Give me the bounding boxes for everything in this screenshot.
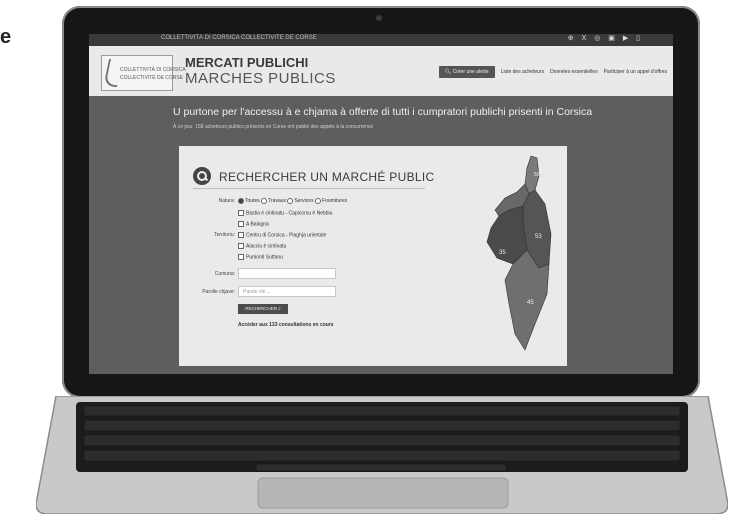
commune-label: Cumuna:: [214, 271, 235, 277]
keywords-input[interactable]: Parole clé ...: [238, 286, 336, 297]
site-title-french: MARCHES PUBLICS: [185, 70, 336, 87]
collectivite-logo[interactable]: COLLETTIVITÀ DI CORSICA COLLECTIVITÉ DE …: [101, 55, 186, 91]
search-button-icon: ⌕: [278, 306, 281, 311]
map-badge-north: 59: [534, 172, 540, 178]
corsica-map: 59 53 35 45: [486, 155, 552, 351]
laptop-screen: COLLETTIVITÀ DI CORSICA COLLECTIVITÉ DE …: [89, 34, 673, 374]
social-icons[interactable]: ⊕ X ◎ ▣ ▶ ▯: [568, 34, 643, 42]
checkbox-icon: [238, 221, 244, 227]
territory-option-label: Pumonti Suttanu: [246, 254, 283, 261]
territory-option-label: A Balagna: [246, 221, 269, 228]
checkbox-icon: [238, 254, 244, 260]
nav-item-tender[interactable]: Participer à un appel d'offres: [604, 69, 667, 75]
search-card: RECHERCHER UN MARCHÉ PUBLIC Natura: Tout…: [179, 146, 567, 366]
radio-icon: [261, 198, 268, 204]
nav-item-buyers[interactable]: Liste des acheteurs: [501, 69, 544, 75]
territory-label: Territoriu:: [214, 232, 235, 238]
territory-option-label: Bastia è cintinatu - Capicorsu è Nebbiu: [246, 210, 333, 217]
keyboard-keys[interactable]: [83, 405, 681, 472]
top-strip: COLLETTIVITÀ DI CORSICA COLLECTIVITÉ DE …: [89, 34, 673, 46]
territory-option-label: Aiacciu è cintinatu: [246, 243, 287, 250]
hero-subtext: À ce jour, 158 acheteurs publics présent…: [173, 124, 374, 130]
logo-line2: COLLECTIVITÉ DE CORSE: [120, 75, 184, 81]
laptop-lid: COLLETTIVITÀ DI CORSICA COLLECTIVITÉ DE …: [62, 6, 700, 398]
top-strip-text: COLLETTIVITÀ DI CORSICA COLLECTIVITÉ DE …: [161, 35, 317, 41]
territory-option-aiacciu[interactable]: Aiacciu è cintinatu: [238, 243, 286, 249]
keywords-label: Parolle chjave:: [202, 289, 235, 295]
laptop-base: [36, 396, 728, 514]
site-title-corsican: MERCATI PUBLICHI: [185, 55, 309, 70]
create-alert-button[interactable]: 🔍︎ Créer une alerte: [438, 66, 495, 78]
nav-item-data[interactable]: Données essentielles: [550, 69, 598, 75]
map-badge-east: 53: [535, 234, 542, 240]
hero-text: U purtone per l'accessu à e chjama à off…: [173, 106, 593, 118]
logo-line1: COLLETTIVITÀ DI CORSICA: [120, 67, 186, 73]
territory-option-bastia[interactable]: Bastia è cintinatu - Capicorsu è Nebbiu: [238, 210, 332, 216]
nature-option-services[interactable]: Services: [287, 198, 314, 205]
map-badge-west: 35: [499, 250, 506, 256]
search-button[interactable]: RECHERCHER ⌕: [238, 304, 288, 314]
create-alert-label: Créer une alerte: [452, 69, 489, 75]
nature-label: Natura:: [218, 198, 235, 204]
commune-input[interactable]: [238, 268, 336, 279]
checkbox-icon: [238, 232, 244, 238]
page-edge-letter: e: [0, 26, 12, 48]
nature-option-toutes[interactable]: Toutes: [238, 198, 260, 204]
search-title: RECHERCHER UN MARCHÉ PUBLIC: [219, 170, 435, 184]
nature-option-label: Services: [294, 198, 314, 205]
search-icon: [193, 167, 211, 185]
territory-option-label: Centru di Corsica - Piaghja urientale: [246, 232, 327, 239]
nature-option-label: Travaux: [268, 198, 287, 205]
checkbox-icon: [238, 243, 244, 249]
map-badge-south: 45: [527, 300, 534, 306]
nature-option-fournitures[interactable]: Fournitures: [314, 198, 348, 205]
main-nav: 🔍︎ Créer une alerte Liste des acheteurs …: [438, 66, 667, 78]
trackpad[interactable]: [257, 477, 509, 509]
nature-option-travaux[interactable]: Travaux: [261, 198, 286, 204]
nature-option-label: Toutes: [245, 198, 260, 205]
site-header: COLLETTIVITÀ DI CORSICA COLLECTIVITÉ DE …: [89, 46, 673, 96]
nature-option-label: Fournitures: [321, 198, 348, 205]
checkbox-icon: [238, 210, 244, 216]
territory-option-balagna[interactable]: A Balagna: [238, 221, 269, 227]
radio-icon: [238, 198, 244, 204]
map-region-ajaccio[interactable]: [486, 205, 528, 265]
radio-icon: [314, 198, 321, 204]
territory-option-centru[interactable]: Centru di Corsica - Piaghja urientale: [238, 232, 326, 238]
camera-icon: [376, 15, 382, 21]
nature-options: Toutes Travaux Services Fournitures: [238, 198, 347, 204]
access-consultations-link[interactable]: Accéder aux 133 consultations en cours: [238, 322, 334, 328]
territory-option-pumonti[interactable]: Pumonti Suttanu: [238, 254, 283, 260]
title-divider: [193, 188, 425, 189]
radio-icon: [287, 198, 294, 204]
logo-swoosh-icon: [103, 59, 123, 87]
search-button-label: RECHERCHER: [245, 306, 277, 311]
